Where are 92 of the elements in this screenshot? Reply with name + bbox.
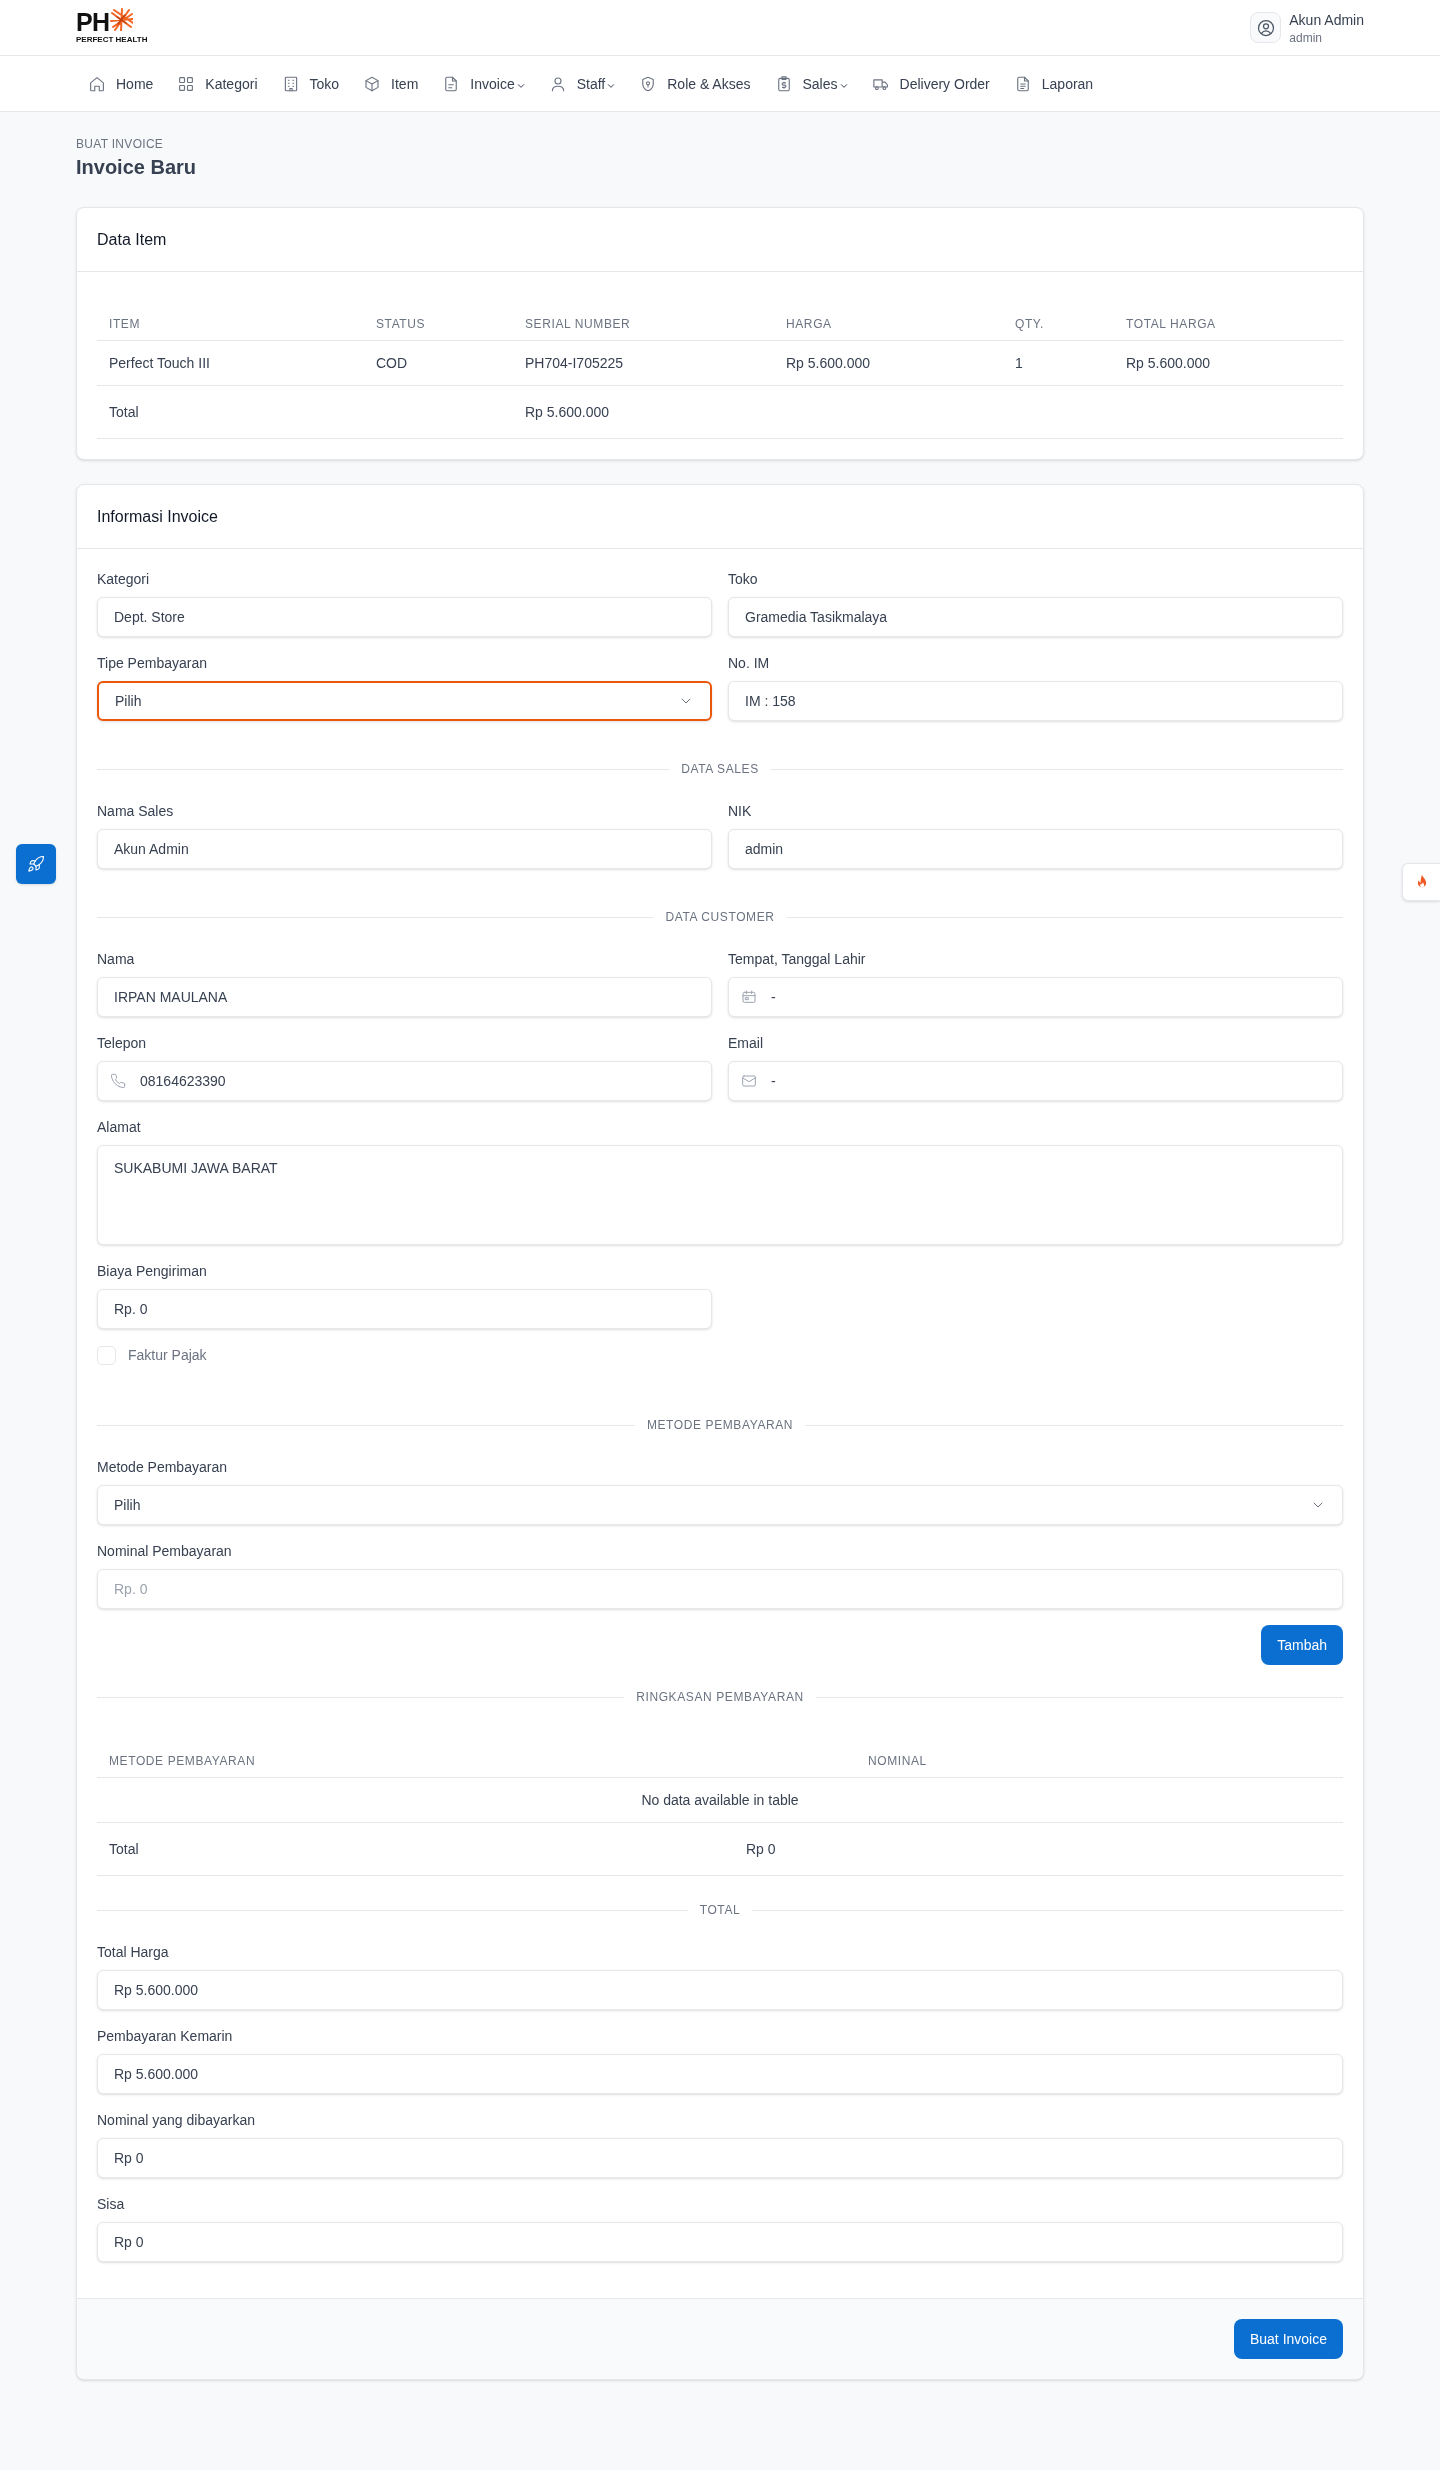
section-heading: TOTAL — [699, 1902, 741, 1918]
field-label: Nominal yang dibayarkan — [97, 2111, 256, 2130]
date-field[interactable]: - — [728, 977, 1343, 1017]
field-label: Nama Sales — [97, 802, 175, 821]
table-cell-text: PH704-I705225 — [524, 354, 625, 373]
user-role: admin — [1289, 29, 1323, 46]
rocket-button[interactable] — [16, 844, 56, 884]
column-header: QTY. — [1014, 316, 1045, 333]
section-heading: DATA CUSTOMER — [665, 909, 775, 925]
checkbox[interactable] — [97, 1345, 116, 1365]
starburst-icon — [109, 6, 134, 31]
section-heading: DATA SALES — [681, 761, 759, 777]
cube-icon — [363, 74, 382, 93]
total-label: Total — [108, 403, 140, 422]
select-field[interactable]: Pilih — [97, 1485, 1343, 1525]
table-cell-text: Perfect Touch III — [108, 354, 211, 373]
column-header: NOMINAL — [867, 1753, 928, 1770]
text-field[interactable]: admin — [728, 829, 1343, 869]
text-field[interactable]: Rp 0 — [97, 2222, 1343, 2262]
rocket-icon — [27, 855, 45, 873]
page-title: Invoice Baru — [76, 155, 198, 180]
table-cell-text: Rp 5.600.000 — [1125, 354, 1212, 373]
total-label: Total — [108, 1840, 140, 1859]
card-title: Data Item — [97, 229, 167, 250]
column-header: STATUS — [375, 316, 427, 333]
column-header: METODE PEMBAYARAN — [108, 1753, 257, 1770]
text-field[interactable]: Rp 5.600.000 — [97, 2054, 1343, 2094]
flame-tab[interactable] — [1402, 863, 1440, 901]
logo-tagline: PERFECT HEALTH — [76, 35, 148, 45]
section-heading: RINGKASAN PEMBAYARAN — [636, 1689, 804, 1705]
nav-link[interactable]: Sales — [762, 63, 860, 104]
field-label: Toko — [728, 570, 759, 589]
field-label: No. IM — [728, 654, 771, 673]
select-field[interactable]: Pilih — [97, 681, 712, 721]
user-name: Akun Admin — [1289, 10, 1364, 30]
column-header: HARGA — [785, 316, 833, 333]
nav-link[interactable]: Delivery Order — [859, 63, 1002, 104]
field-label: Tempat, Tanggal Lahir — [728, 950, 867, 969]
text-field[interactable]: Rp 0 — [97, 2138, 1343, 2178]
field-label: Tipe Pembayaran — [97, 654, 208, 673]
total-value: Rp 0 — [745, 1840, 777, 1859]
field-label: NIK — [728, 802, 753, 821]
nav-link[interactable]: Kategori — [165, 63, 270, 104]
table-cell-text: COD — [375, 354, 409, 373]
nav-link[interactable]: Toko — [269, 63, 352, 104]
section-heading: METODE PEMBAYARAN — [646, 1417, 794, 1433]
column-header: SERIAL NUMBER — [524, 316, 632, 333]
breadcrumb: BUAT INVOICE — [76, 136, 165, 152]
card-title: Informasi Invoice — [97, 506, 218, 527]
phone-icon — [110, 1073, 126, 1089]
field-label: Sisa — [97, 2195, 126, 2214]
nav-link[interactable]: Invoice — [430, 63, 537, 104]
text-field[interactable]: Akun Admin — [97, 829, 712, 869]
column-header: TOTAL HARGA — [1125, 316, 1217, 333]
logo-text: PH — [76, 10, 110, 35]
phone-field[interactable]: 08164623390 — [97, 1061, 712, 1101]
field-label: Pembayaran Kemarin — [97, 2027, 234, 2046]
avatar-icon — [1250, 12, 1282, 43]
nav-link[interactable]: Role & Akses — [627, 63, 763, 104]
field-label: Kategori — [97, 570, 151, 589]
field-label: Biaya Pengiriman — [97, 1262, 208, 1281]
nav-link[interactable]: Home — [76, 63, 166, 104]
text-field[interactable]: Gramedia Tasikmalaya — [728, 597, 1343, 637]
text-field[interactable]: IM : 158 — [728, 681, 1343, 721]
text-field[interactable]: Dept. Store — [97, 597, 712, 637]
checkbox-label: Faktur Pajak — [128, 1346, 207, 1365]
field-label: Alamat — [97, 1118, 142, 1137]
field-label: Email — [728, 1034, 764, 1053]
calendar-icon — [741, 989, 757, 1005]
nav-link[interactable]: Staff — [536, 63, 628, 104]
text-field[interactable]: Rp. 0 — [97, 1289, 712, 1329]
nav-link[interactable]: Item — [351, 63, 431, 104]
add-button[interactable]: Tambah — [1261, 1625, 1343, 1665]
nav-link[interactable]: Laporan — [1001, 63, 1106, 104]
total-value: Rp 5.600.000 — [524, 403, 611, 422]
empty-table-message: No data available in table — [641, 1791, 799, 1810]
create-invoice-button[interactable]: Buat Invoice — [1233, 2319, 1343, 2359]
grid-icon — [177, 74, 196, 93]
field-label: Metode Pembayaran — [97, 1458, 228, 1477]
table-cell-text: 1 — [1014, 354, 1024, 373]
table-cell-text: Rp 5.600.000 — [785, 354, 872, 373]
text-field[interactable]: IRPAN MAULANA — [97, 977, 712, 1017]
text-field[interactable]: Rp 5.600.000 — [97, 1970, 1343, 2010]
column-header: ITEM — [108, 316, 142, 333]
field-label: Nominal Pembayaran — [97, 1542, 233, 1561]
email-field[interactable]: - — [728, 1061, 1343, 1101]
field-label: Total Harga — [97, 1943, 170, 1962]
field-label: Telepon — [97, 1034, 148, 1053]
home-icon — [88, 74, 106, 93]
field-label: Nama — [97, 950, 136, 969]
textarea-field[interactable]: SUKABUMI JAWA BARAT — [97, 1145, 1343, 1245]
mail-icon — [741, 1073, 757, 1089]
